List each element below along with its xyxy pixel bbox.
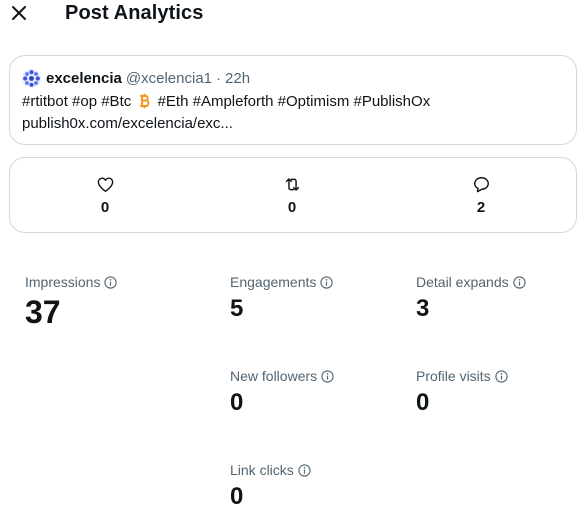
heart-icon (97, 177, 113, 192)
metric-detail-expands: Detail expands 3 (416, 274, 526, 323)
detail-expands-label: Detail expands (416, 274, 509, 290)
info-icon[interactable] (298, 463, 311, 477)
info-icon[interactable] (321, 369, 334, 383)
replies-stat[interactable]: 2 (451, 175, 511, 216)
separator-dot: · (216, 70, 222, 87)
metric-new-followers: New followers 0 (230, 368, 334, 417)
post-time[interactable]: 22h (225, 70, 250, 87)
close-icon[interactable] (8, 2, 30, 24)
link-clicks-label: Link clicks (230, 462, 294, 478)
close-button[interactable] (8, 2, 30, 24)
repost-icon (285, 178, 299, 191)
profile-visits-label: Profile visits (416, 368, 491, 384)
post-text: #rtitbot #op #Btc #Eth #Ampleforth #Opti… (22, 93, 430, 110)
metric-link-clicks: Link clicks 0 (230, 462, 311, 511)
profile-visits-value: 0 (416, 389, 430, 416)
reply-icon (473, 177, 489, 193)
metric-profile-visits: Profile visits 0 (416, 368, 508, 417)
author-name[interactable]: excelencia (46, 70, 122, 87)
page-title: Post Analytics (65, 2, 204, 24)
link-clicks-value: 0 (230, 483, 244, 510)
engagements-value: 5 (230, 295, 244, 322)
info-icon[interactable] (104, 275, 118, 289)
avatar[interactable] (22, 69, 41, 88)
reposts-stat[interactable]: 0 (262, 175, 322, 216)
engagements-label: Engagements (230, 274, 317, 290)
post-header: excelencia @xcelencia1 · 22h (22, 69, 250, 88)
new-followers-value: 0 (230, 389, 244, 416)
bitcoin-icon (140, 93, 150, 109)
info-icon[interactable] (512, 275, 526, 289)
impressions-value: 37 (25, 294, 61, 330)
info-icon[interactable] (320, 275, 334, 289)
metric-engagements: Engagements 5 (230, 274, 334, 323)
detail-expands-value: 3 (416, 295, 430, 322)
new-followers-label: New followers (230, 368, 318, 384)
impressions-label: Impressions (25, 274, 101, 290)
reposts-count: 0 (287, 199, 297, 216)
info-icon[interactable] (495, 369, 508, 383)
likes-count: 0 (100, 199, 110, 216)
likes-stat[interactable]: 0 (75, 175, 135, 216)
metric-impressions: Impressions 37 (25, 274, 118, 331)
author-handle[interactable]: @xcelencia1 (126, 70, 212, 87)
replies-count: 2 (476, 199, 486, 216)
post-link[interactable]: publish0x.com/excelencia/exc... (22, 115, 233, 132)
post-hashtags-start[interactable]: #rtitbot #op #Btc (22, 93, 131, 110)
post-card[interactable]: excelencia @xcelencia1 · 22h #rtitbot #o… (9, 55, 577, 145)
engagement-summary: 0 0 2 (9, 157, 577, 233)
header: Post Analytics (0, 0, 584, 30)
post-hashtags-end[interactable]: #Eth #Ampleforth #Optimism #PublishOx (158, 93, 431, 110)
